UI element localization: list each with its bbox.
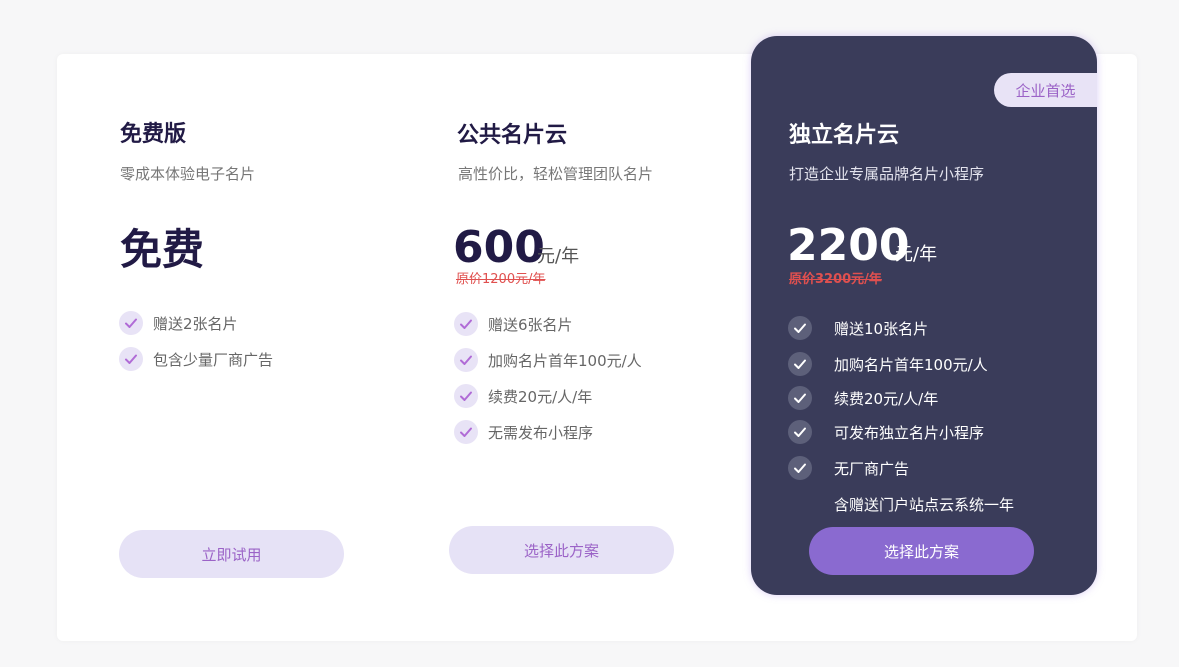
check-icon bbox=[788, 386, 812, 410]
plan-price: 2200 bbox=[787, 220, 910, 271]
feature-item: 续费20元/人/年 bbox=[788, 386, 938, 410]
plan-subtitle: 打造企业专属品牌名片小程序 bbox=[789, 165, 985, 183]
feature-item: 续费20元/人/年 bbox=[454, 384, 592, 408]
plan-price: 600 bbox=[453, 222, 545, 273]
feature-item: 赠送6张名片 bbox=[454, 312, 573, 336]
feature-item: 加购名片首年100元/人 bbox=[454, 348, 642, 372]
check-icon bbox=[788, 316, 812, 340]
feature-label: 可发布独立名片小程序 bbox=[834, 423, 985, 442]
try-now-button[interactable]: 立即试用 bbox=[119, 530, 344, 578]
price-unit: 元/年 bbox=[537, 246, 580, 267]
check-icon bbox=[788, 420, 812, 444]
check-icon bbox=[119, 311, 143, 335]
feature-label: 赠送10张名片 bbox=[834, 319, 929, 338]
feature-label: 无需发布小程序 bbox=[488, 423, 594, 442]
feature-item: 加购名片首年100元/人 bbox=[788, 352, 988, 376]
check-icon bbox=[454, 384, 478, 408]
select-plan-button[interactable]: 选择此方案 bbox=[809, 527, 1034, 575]
recommended-badge: 企业首选 bbox=[994, 73, 1097, 107]
check-icon bbox=[454, 348, 478, 372]
plan-subtitle: 零成本体验电子名片 bbox=[120, 165, 256, 183]
original-price: 原价1200元/年 bbox=[456, 272, 546, 287]
plan-title: 独立名片云 bbox=[789, 123, 900, 148]
feature-label: 无厂商广告 bbox=[834, 459, 910, 478]
select-plan-button[interactable]: 选择此方案 bbox=[449, 526, 674, 574]
check-icon bbox=[788, 352, 812, 376]
feature-label: 续费20元/人/年 bbox=[488, 387, 593, 406]
feature-item: 无厂商广告 bbox=[788, 456, 909, 480]
check-icon bbox=[119, 347, 143, 371]
feature-label: 加购名片首年100元/人 bbox=[488, 351, 642, 370]
feature-item: 赠送2张名片 bbox=[119, 311, 238, 335]
check-icon bbox=[454, 420, 478, 444]
plan-title: 公共名片云 bbox=[457, 123, 568, 148]
check-icon bbox=[788, 456, 812, 480]
feature-label: 赠送6张名片 bbox=[488, 315, 573, 334]
plan-title: 免费版 bbox=[120, 122, 187, 147]
feature-label: 续费20元/人/年 bbox=[834, 389, 939, 408]
feature-extra: 含赠送门户站点云系统一年 bbox=[834, 496, 1015, 514]
plan-price: 免费 bbox=[120, 225, 205, 274]
feature-label: 包含少量厂商广告 bbox=[153, 350, 274, 369]
feature-label: 加购名片首年100元/人 bbox=[834, 355, 988, 374]
plan-subtitle: 高性价比，轻松管理团队名片 bbox=[458, 165, 654, 183]
price-unit: 元/年 bbox=[895, 244, 938, 265]
feature-item: 赠送10张名片 bbox=[788, 316, 928, 340]
feature-item: 无需发布小程序 bbox=[454, 420, 593, 444]
feature-item: 包含少量厂商广告 bbox=[119, 347, 273, 371]
plan-featured-card: 企业首选 独立名片云 打造企业专属品牌名片小程序 2200 元/年 原价3200… bbox=[751, 36, 1097, 595]
feature-label: 赠送2张名片 bbox=[153, 314, 238, 333]
check-icon bbox=[454, 312, 478, 336]
original-price: 原价3200元/年 bbox=[789, 272, 882, 287]
feature-item: 可发布独立名片小程序 bbox=[788, 420, 984, 444]
